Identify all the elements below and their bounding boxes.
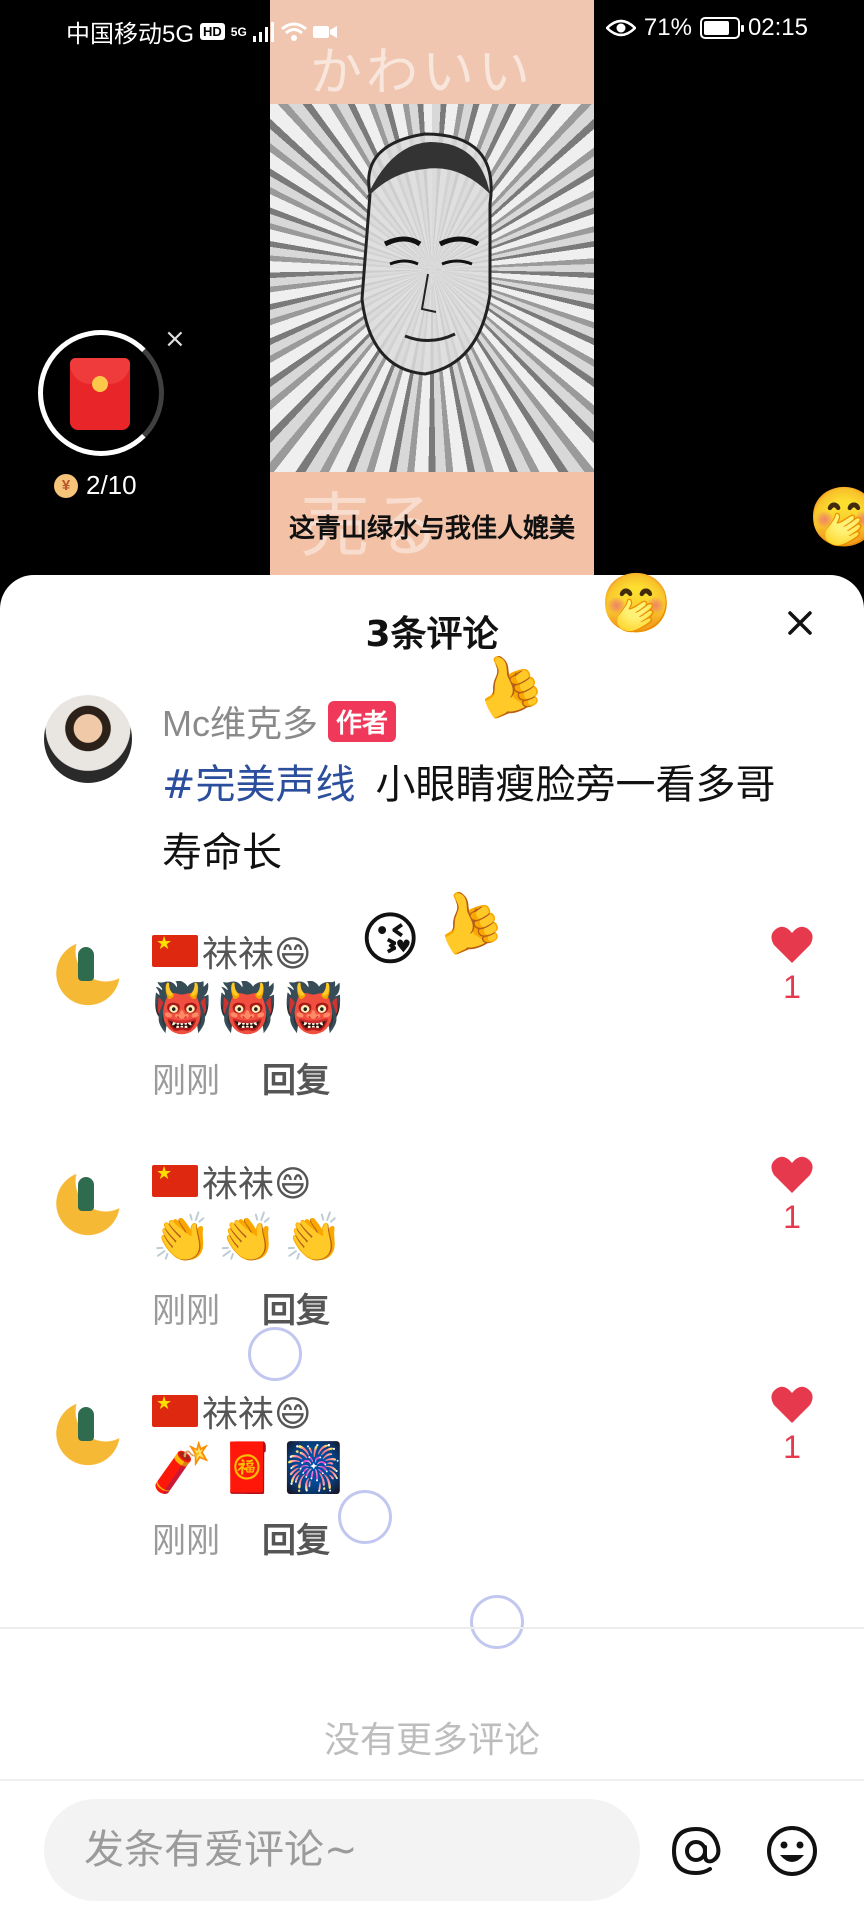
floating-emoji: 🤭	[808, 483, 864, 551]
divider	[0, 1627, 864, 1629]
like-count: 1	[783, 1199, 801, 1235]
avatar[interactable]	[44, 695, 132, 783]
carrier-label: 中国移动5G	[66, 21, 195, 48]
wifi-icon	[280, 22, 307, 41]
red-packet-close-button[interactable]: ×	[164, 324, 186, 354]
avatar[interactable]	[44, 1155, 132, 1243]
comment-input[interactable]	[44, 1799, 640, 1901]
china-flag-icon	[152, 1163, 198, 1197]
like-button[interactable]: 1	[762, 925, 822, 1006]
reply-button[interactable]: 回复	[262, 1513, 330, 1562]
comment-author-name: 祙祙😄	[202, 1394, 312, 1435]
comment-meta: 刚刚 回复	[152, 1053, 330, 1102]
comment-time: 刚刚	[152, 1521, 220, 1561]
video-record-icon	[312, 25, 337, 38]
comment-body: 🧨🧧🎆	[152, 1440, 350, 1496]
battery-percent: 71%	[643, 14, 692, 41]
comment-author[interactable]: 祙祙😄	[152, 925, 312, 977]
comment-input-bar	[0, 1785, 864, 1920]
at-mention-icon[interactable]	[668, 1823, 724, 1879]
comment-item: 祙祙😄 👹👹👹 刚刚 回复 1	[44, 925, 834, 1125]
network-5g-label: 5G	[230, 24, 247, 39]
comment-item: 祙祙😄 🧨🧧🎆 刚刚 回复 1	[44, 1385, 834, 1585]
close-icon[interactable]	[780, 603, 820, 643]
author-post-text: #完美声线 小眼睛瘦脸旁一看多哥寿命长	[162, 751, 812, 887]
comment-author-name: 祙祙😄	[202, 934, 312, 975]
eye-icon	[605, 19, 636, 37]
coin-icon: ¥	[54, 473, 78, 498]
comment-time: 刚刚	[152, 1061, 220, 1101]
signal-icon	[252, 21, 274, 42]
divider	[0, 1779, 864, 1781]
comment-author-name: 祙祙😄	[202, 1164, 312, 1205]
comment-body: 👹👹👹	[152, 980, 350, 1036]
heart-icon	[771, 926, 813, 963]
comment-item: 祙祙😄 👏👏👏 刚刚 回复 1	[44, 1155, 834, 1355]
sketch-portrait	[270, 104, 594, 472]
comment-author[interactable]: 祙祙😄	[152, 1385, 312, 1437]
comment-author[interactable]: 祙祙😄	[152, 1155, 312, 1207]
video-frame: かわいい 売る 这青山绿水与我佳人媲美	[270, 0, 594, 590]
like-count: 1	[783, 1429, 801, 1465]
author-name[interactable]: Mc维克多	[162, 695, 318, 747]
china-flag-icon	[152, 933, 198, 967]
heart-icon	[771, 1386, 813, 1423]
emoji-icon[interactable]	[764, 1823, 820, 1879]
face-sketch	[360, 132, 493, 376]
floating-emoji: 🤭	[600, 569, 673, 637]
china-flag-icon	[152, 1393, 198, 1427]
avatar[interactable]	[44, 1385, 132, 1473]
red-packet-progress: ¥ 2/10	[54, 470, 137, 501]
like-count: 1	[783, 969, 801, 1005]
comment-meta: 刚刚 回复	[152, 1283, 330, 1332]
touch-ripple	[470, 1595, 524, 1649]
like-button[interactable]: 1	[762, 1385, 822, 1466]
avatar[interactable]	[44, 925, 132, 1013]
red-packet-widget[interactable]	[38, 330, 164, 456]
floating-emoji: 😘	[360, 905, 421, 973]
touch-ripple	[338, 1490, 392, 1544]
video-player[interactable]: かわいい 売る 这青山绿水与我佳人媲美	[0, 0, 864, 590]
hd-badge: HD	[200, 23, 225, 40]
comment-body: 👏👏👏	[152, 1210, 350, 1266]
red-envelope-icon	[70, 358, 130, 430]
video-caption: 这青山绿水与我佳人媲美	[288, 514, 575, 544]
status-right: 71% 02:15	[605, 14, 808, 42]
author-name-row: Mc维克多 作者	[162, 695, 397, 747]
comment-time: 刚刚	[152, 1291, 220, 1331]
reply-button[interactable]: 回复	[262, 1283, 330, 1332]
comment-sheet: 3条评论 Mc维克多 作者 #完美声线小眼睛瘦脸旁一看多哥寿命长 祙祙😄 👹👹👹…	[0, 575, 864, 1920]
reply-button[interactable]: 回复	[262, 1053, 330, 1102]
status-bar: 中国移动5G HD 5G 71% 02:15	[0, 0, 864, 60]
like-button[interactable]: 1	[762, 1155, 822, 1236]
status-left: 中国移动5G HD 5G	[66, 14, 337, 49]
hashtag-link[interactable]: #完美声线	[162, 762, 356, 808]
heart-icon	[771, 1156, 813, 1193]
comment-meta: 刚刚 回复	[152, 1513, 330, 1562]
clock: 02:15	[747, 14, 808, 41]
red-packet-progress-text: 2/10	[86, 470, 137, 500]
no-more-comments-label: 没有更多评论	[323, 1720, 540, 1761]
comment-count-title: 3条评论	[365, 614, 499, 655]
author-badge: 作者	[328, 700, 397, 742]
battery-icon	[699, 17, 744, 39]
touch-ripple	[248, 1327, 302, 1381]
